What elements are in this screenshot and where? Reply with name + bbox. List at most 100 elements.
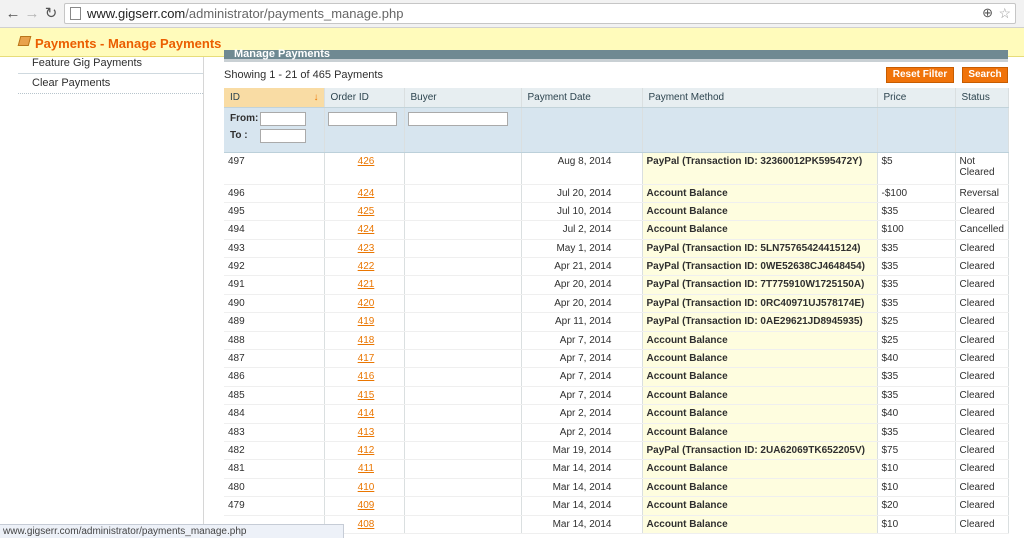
order-link[interactable]: 424 [358,188,375,199]
zoom-icon[interactable]: ⊕ [982,5,993,21]
order-link[interactable]: 416 [358,371,375,382]
order-id-cell: 412 [324,441,405,461]
order-id-cell: 421 [324,275,405,295]
payment-date-cell: Mar 14, 2014 [521,459,643,479]
price-cell: $75 [877,441,956,461]
id-cell: 495 [224,202,325,222]
price-cell: $35 [877,367,956,387]
status-cell: Cleared [955,515,1009,534]
table-row: 493 423 May 1, 2014 PayPal (Transaction ID:… [224,239,1009,259]
payment-date-cell: May 1, 2014 [521,239,643,259]
back-icon[interactable]: ← [4,5,22,23]
payment-date-cell: Mar 14, 2014 [521,515,643,534]
column-header-id[interactable]: ID ↓ [224,88,325,108]
price-cell: $10 [877,478,956,498]
status-cell: Cleared [955,331,1009,351]
buyer-cell [404,312,522,332]
table-row: 490 420 Apr 20, 2014 PayPal (Transaction ID… [224,294,1009,314]
reset-filter-button[interactable]: Reset Filter [886,67,954,83]
order-link[interactable]: 412 [358,445,375,456]
records-count: Showing 1 - 21 of 465 Payments [224,69,383,81]
order-link[interactable]: 418 [358,335,375,346]
order-link[interactable]: 415 [358,390,375,401]
price-cell: $35 [877,294,956,314]
filter-to-label: To : [230,130,248,142]
url-text[interactable]: www.gigserr.com/administrator/payments_m… [87,6,403,21]
id-cell: 496 [224,184,325,203]
sidebar-item-feature-gig-payments[interactable]: Feature Gig Payments [18,54,203,74]
table-row: 483 413 Apr 2, 2014 Account Balance $35 Clear… [224,423,1009,442]
id-cell: 492 [224,257,325,277]
url-host: www.gigserr.com [87,6,186,21]
buyer-cell [404,257,522,277]
id-cell: 479 [224,496,325,516]
order-id-cell: 419 [324,312,405,332]
search-button[interactable]: Search [962,67,1008,83]
price-cell: $40 [877,404,956,424]
order-id-filter-input[interactable] [327,111,397,126]
order-link[interactable]: 424 [358,224,375,235]
order-link[interactable]: 414 [358,408,375,419]
payment-date-cell: Apr 2, 2014 [521,404,643,424]
column-header-order-id[interactable]: Order ID [324,88,405,108]
column-header-buyer[interactable]: Buyer [404,88,522,108]
id-cell: 481 [224,459,325,479]
filter-row: From: To : [224,107,1009,153]
order-link[interactable]: 425 [358,206,375,217]
order-id-cell: 418 [324,331,405,351]
table-row: 482 412 Mar 19, 2014 PayPal (Transaction ID… [224,441,1009,461]
price-cell: $35 [877,423,956,442]
price-cell: $25 [877,312,956,332]
buyer-cell [404,441,522,461]
id-to-input[interactable] [260,128,306,143]
status-cell: Cleared [955,349,1009,369]
price-cell: $40 [877,349,956,369]
order-id-cell: 409 [324,496,405,516]
order-id-cell: 413 [324,423,405,442]
order-link[interactable]: 421 [358,279,375,290]
page-icon [70,7,81,20]
order-link[interactable]: 423 [358,243,375,254]
bookmark-star-icon[interactable]: ☆ [998,5,1011,22]
column-header-price[interactable]: Price [877,88,956,108]
column-header-payment-method[interactable]: Payment Method [642,88,878,108]
order-id-cell: 410 [324,478,405,498]
id-cell: 488 [224,331,325,351]
payment-method-cell: Account Balance [642,404,878,424]
payment-method-cell: Account Balance [642,184,878,203]
table-row: 484 414 Apr 2, 2014 Account Balance $40 Clear… [224,404,1009,424]
forward-icon[interactable]: → [23,5,41,23]
payment-method-cell: PayPal (Transaction ID: 0RC40971UJ578174… [642,294,878,314]
id-from-input[interactable] [260,111,306,126]
order-link[interactable]: 422 [358,261,375,272]
url-path: /administrator/payments_manage.php [185,6,404,21]
order-link[interactable]: 409 [358,500,375,511]
order-link[interactable]: 411 [358,463,374,474]
order-link[interactable]: 413 [358,427,375,438]
price-cell: $100 [877,220,956,240]
grid-title: Manage Payments [234,48,330,60]
refresh-icon[interactable]: ↻ [42,5,60,23]
address-bar[interactable]: www.gigserr.com/administrator/payments_m… [64,3,1016,24]
status-cell: Cleared [955,257,1009,277]
browser-toolbar: ← → ↻ www.gigserr.com/administrator/paym… [0,0,1024,28]
order-link[interactable]: 426 [358,156,375,167]
payment-date-cell: Apr 7, 2014 [521,367,643,387]
sidebar-item-clear-payments[interactable]: Clear Payments [18,74,203,94]
order-link[interactable]: 408 [358,519,375,530]
order-link[interactable]: 419 [358,316,375,327]
order-link[interactable]: 420 [358,298,375,309]
status-cell: Cleared [955,239,1009,259]
order-link[interactable]: 417 [358,353,375,364]
column-header-payment-date[interactable]: Payment Date [521,88,643,108]
price-cell: $10 [877,459,956,479]
price-cell: $35 [877,257,956,277]
column-header-status[interactable]: Status [955,88,1009,108]
buyer-cell [404,275,522,295]
order-link[interactable]: 410 [358,482,375,493]
payment-date-cell: Jul 20, 2014 [521,184,643,203]
buyer-filter-input[interactable] [407,111,508,126]
table-row: 496 424 Jul 20, 2014 Account Balance -$100 Re… [224,184,1009,203]
status-cell: Cleared [955,459,1009,479]
id-cell: 491 [224,275,325,295]
